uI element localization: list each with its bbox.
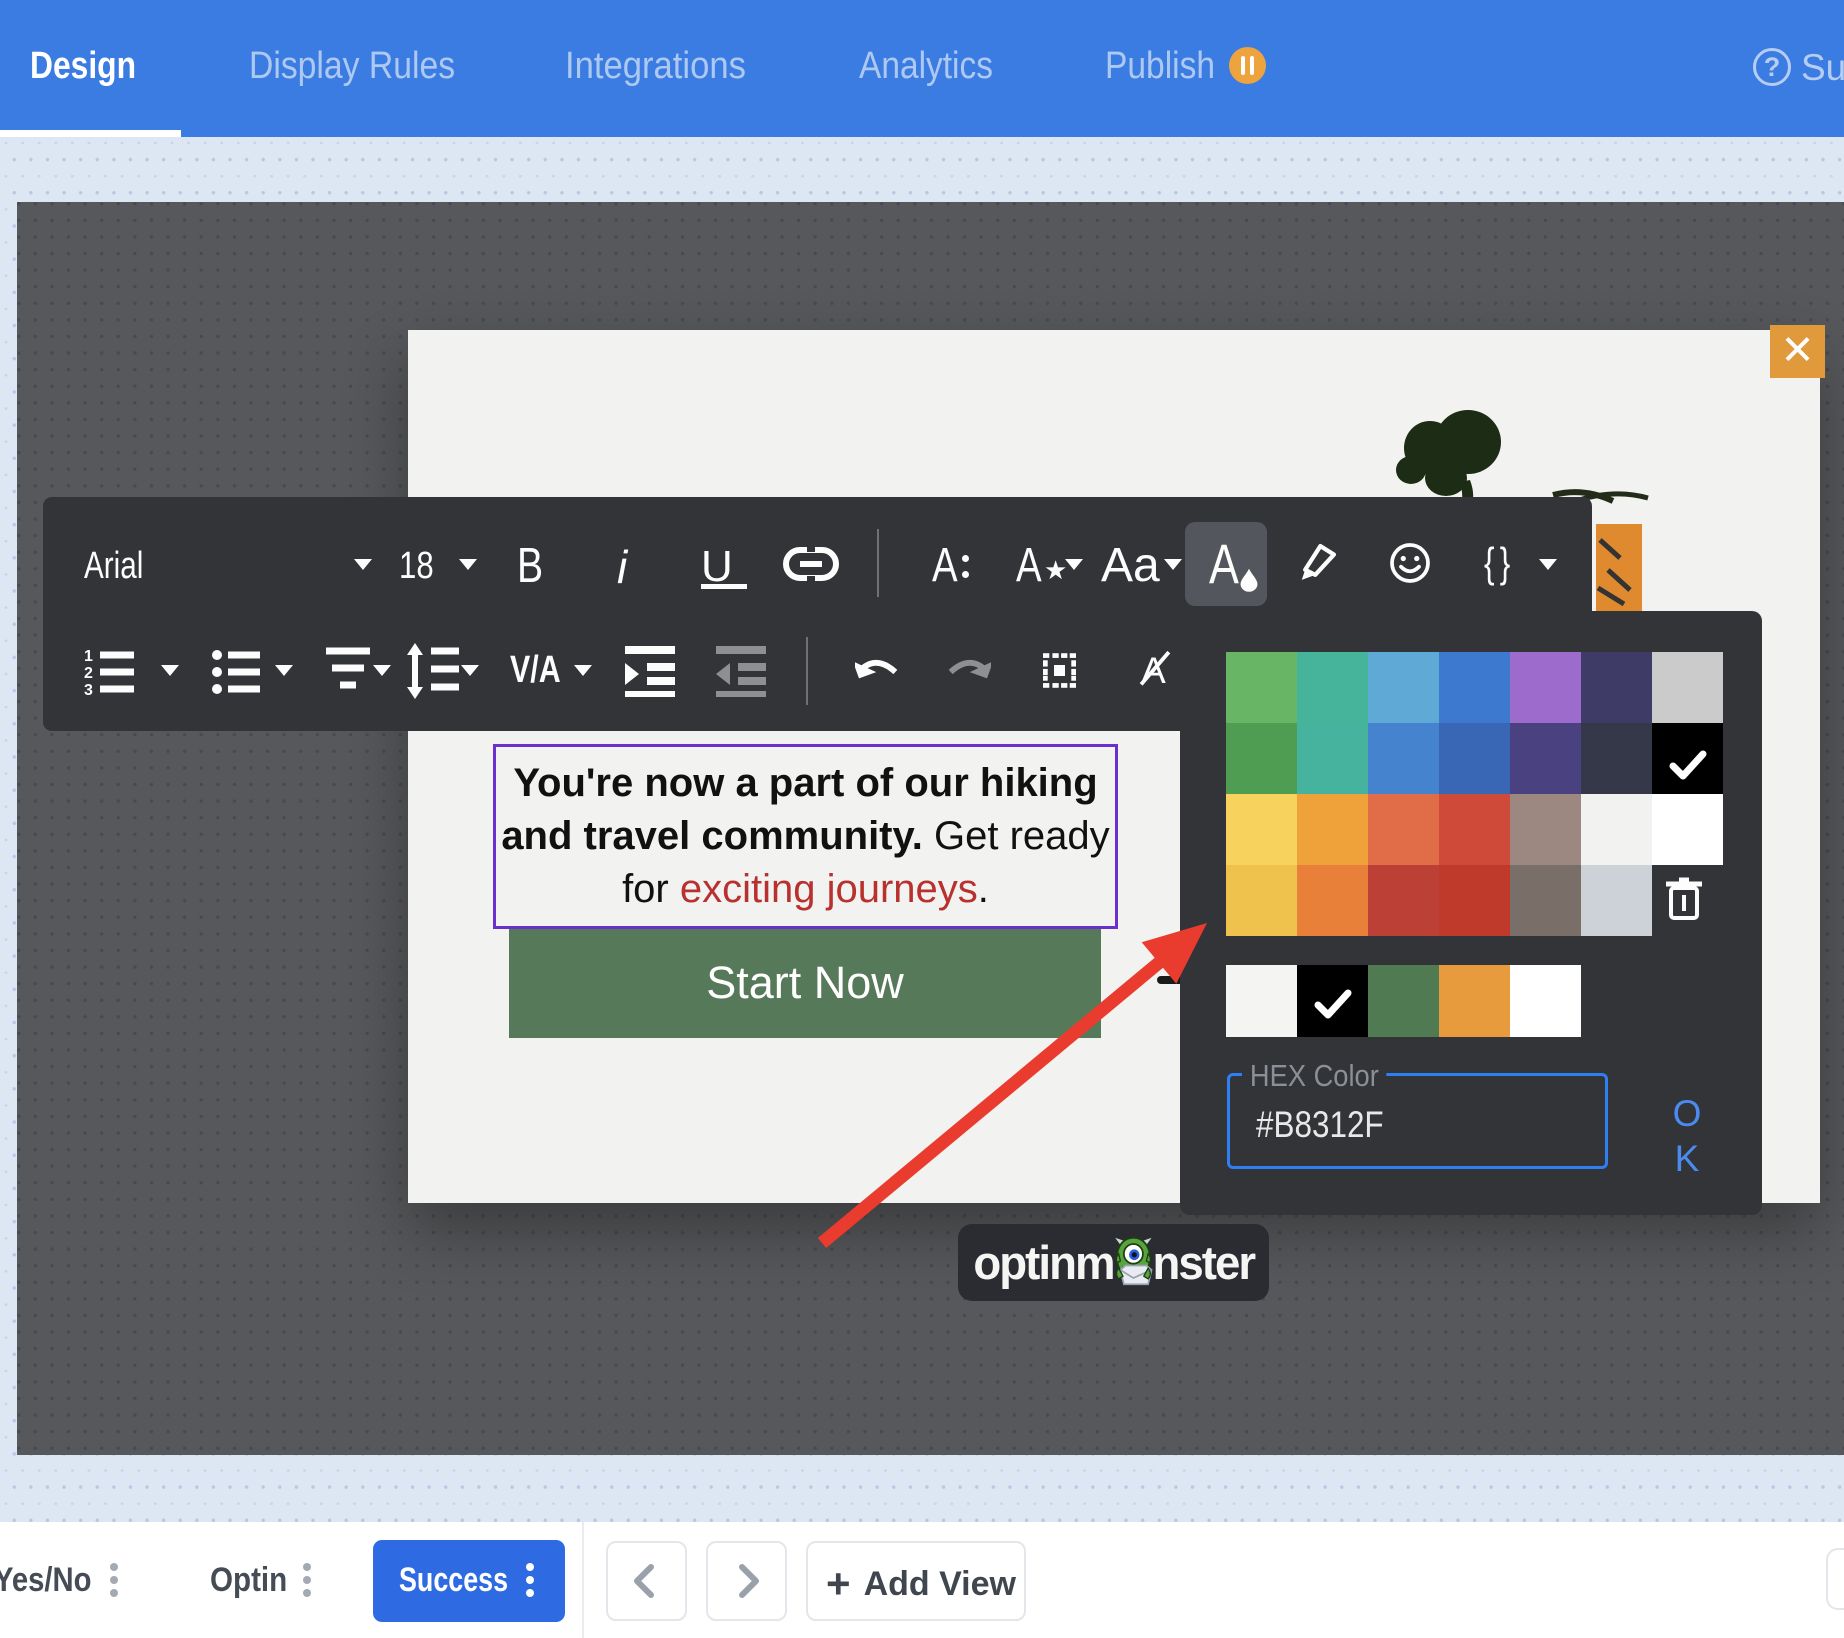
svg-text:1: 1 — [84, 648, 93, 665]
svg-text:3: 3 — [84, 682, 93, 697]
svg-text:2: 2 — [84, 665, 93, 682]
